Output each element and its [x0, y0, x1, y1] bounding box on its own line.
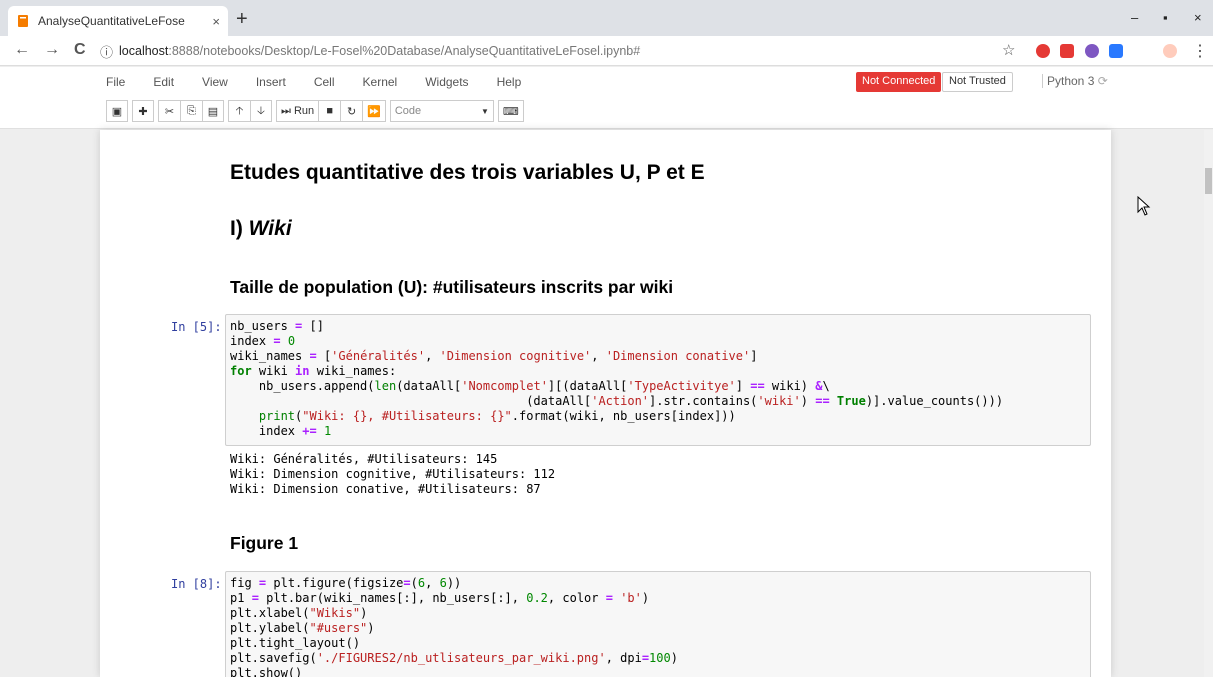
- copy-icon[interactable]: ⎘: [180, 100, 202, 122]
- heading-figure-1: Figure 1: [230, 533, 299, 553]
- video-extension-icon[interactable]: [1109, 44, 1123, 58]
- url-host: localhost: [119, 44, 169, 58]
- save-extension-icon[interactable]: [1060, 44, 1074, 58]
- url-path: :8888/notebooks/Desktop/Le-Fosel%20Datab…: [168, 44, 641, 58]
- cut-icon[interactable]: ✂: [158, 100, 180, 122]
- run-button[interactable]: ⏭ Run: [276, 100, 319, 122]
- keyboard-shortcuts-icon[interactable]: ⌨: [497, 100, 524, 122]
- forward-icon[interactable]: →: [44, 41, 60, 59]
- menu-kernel[interactable]: Kernel: [363, 75, 398, 95]
- new-tab-button[interactable]: +: [236, 9, 248, 29]
- notebook-area: Etudes quantitative des trois variables …: [0, 130, 1213, 677]
- cell-type-value: Code: [394, 105, 422, 117]
- output-line: Wiki: Dimension cognitive, #Utilisateurs…: [230, 467, 556, 481]
- restart-icon[interactable]: ↻: [340, 100, 363, 122]
- menu-insert[interactable]: Insert: [256, 75, 286, 95]
- menu-widgets[interactable]: Widgets: [425, 75, 468, 95]
- move-up-icon[interactable]: 🡡: [228, 100, 250, 122]
- menu-view[interactable]: View: [202, 75, 228, 95]
- notebook-menubar: File Edit View Insert Cell Kernel Widget…: [106, 75, 549, 95]
- browser-tab[interactable]: AnalyseQuantitativeLeFose ×: [8, 6, 228, 36]
- menu-edit[interactable]: Edit: [153, 75, 174, 95]
- page-scrollbar[interactable]: [1204, 130, 1213, 677]
- insert-cell-icon[interactable]: ✚: [132, 100, 154, 122]
- bookmark-star-icon[interactable]: ☆: [1002, 41, 1015, 59]
- heading-main: Etudes quantitative des trois variables …: [230, 161, 705, 184]
- code-cell-8[interactable]: fig = plt.figure(figsize=(6, 6)) p1 = pl…: [225, 571, 1091, 677]
- output-line: Wiki: Dimension conative, #Utilisateurs:…: [230, 482, 541, 496]
- back-icon[interactable]: ←: [14, 41, 30, 59]
- chevron-down-icon: ▼: [480, 106, 489, 116]
- kernel-status-icon: ⟳: [1097, 74, 1108, 88]
- maximize-icon[interactable]: ▪: [1163, 10, 1168, 25]
- cell-prompt-8: In [8]:: [171, 577, 222, 591]
- tab-close-icon[interactable]: ×: [212, 14, 220, 29]
- mouse-cursor-icon: [1137, 196, 1151, 216]
- opera-extension-icon[interactable]: [1036, 44, 1050, 58]
- scrollbar-thumb[interactable]: [1205, 168, 1212, 194]
- cell-output-5: Wiki: Généralités, #Utilisateurs: 145 Wik…: [230, 452, 555, 497]
- run-icon: ⏭: [281, 104, 291, 117]
- restart-run-all-icon[interactable]: ⏩: [362, 100, 386, 122]
- code-cell-5[interactable]: nb_users = [] index = 0 wiki_names = ['G…: [225, 314, 1091, 446]
- heading-wiki-em: Wiki: [248, 217, 292, 240]
- browser-tab-bar: AnalyseQuantitativeLeFose × + – ▪ ×: [0, 0, 1213, 36]
- reload-icon[interactable]: C: [74, 41, 86, 59]
- menu-file[interactable]: File: [106, 75, 125, 95]
- notebook-toolbar: ▣ ✚ ✂ ⎘ ▤ 🡡 🡣 ⏭ Run ■ ↻ ⏩ Code ▼ ⌨: [106, 100, 528, 122]
- minimize-icon[interactable]: –: [1131, 10, 1138, 25]
- paste-icon[interactable]: ▤: [202, 100, 224, 122]
- cell-type-select[interactable]: Code ▼: [389, 100, 494, 122]
- menu-cell[interactable]: Cell: [314, 75, 335, 95]
- menu-help[interactable]: Help: [497, 75, 522, 95]
- jupyter-header: File Edit View Insert Cell Kernel Widget…: [0, 67, 1213, 129]
- cell-prompt-5: In [5]:: [171, 320, 222, 334]
- output-line: Wiki: Généralités, #Utilisateurs: 145: [230, 452, 498, 466]
- kernel-name: Python 3: [1047, 74, 1095, 88]
- heading-population: Taille de population (U): #utilisateurs …: [230, 277, 674, 297]
- save-icon[interactable]: ▣: [106, 100, 128, 122]
- site-info-icon[interactable]: ⓘ: [100, 42, 113, 61]
- browser-menu-icon[interactable]: ⋮: [1192, 41, 1208, 61]
- notebook-favicon-icon: [18, 15, 28, 27]
- window-close-icon[interactable]: ×: [1194, 10, 1202, 25]
- not-trusted-badge[interactable]: Not Trusted: [942, 72, 1013, 92]
- run-label: Run: [293, 105, 315, 117]
- kernel-indicator: Python 3 ⟳: [1042, 74, 1108, 88]
- heading-wiki: I) Wiki: [230, 217, 292, 241]
- not-connected-badge[interactable]: Not Connected: [856, 72, 942, 92]
- interrupt-icon[interactable]: ■: [318, 100, 341, 122]
- move-down-icon[interactable]: 🡣: [250, 100, 272, 122]
- profile-avatar-icon[interactable]: [1163, 44, 1177, 58]
- check-extension-icon[interactable]: [1085, 44, 1099, 58]
- heading-wiki-prefix: I): [230, 217, 249, 240]
- browser-toolbar: ← → C ⓘ localhost:8888/notebooks/Desktop…: [0, 36, 1213, 66]
- address-bar[interactable]: ⓘ localhost:8888/notebooks/Desktop/Le-Fo…: [100, 39, 1015, 63]
- tab-title: AnalyseQuantitativeLeFose: [38, 14, 185, 28]
- notebook-page: Etudes quantitative des trois variables …: [100, 130, 1111, 677]
